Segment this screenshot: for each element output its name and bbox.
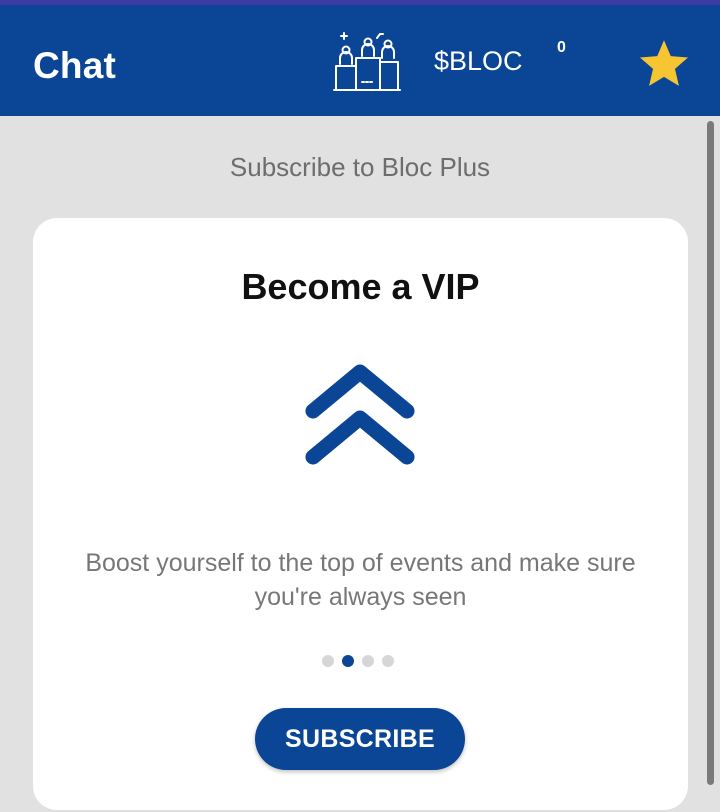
scrollbar[interactable]	[707, 121, 714, 785]
carousel-dot-active[interactable]	[342, 655, 354, 667]
currency-label: $BLOC	[434, 46, 523, 76]
vip-card: Become a VIP Boost yourself to the top o…	[33, 218, 688, 810]
card-title: Become a VIP	[241, 266, 480, 307]
carousel-dot[interactable]	[362, 655, 374, 667]
carousel-dot[interactable]	[382, 655, 394, 667]
page-title: Chat	[33, 45, 117, 86]
balance-count: 0	[557, 39, 566, 56]
top-app-bar: Chat $BLOC 0	[0, 0, 720, 116]
subscribe-heading: Subscribe to Bloc Plus	[229, 152, 491, 182]
subscribe-button[interactable]: SUBSCRIBE	[255, 708, 465, 770]
carousel-indicator	[322, 654, 394, 668]
podium-icon[interactable]	[332, 30, 402, 96]
carousel-dot[interactable]	[322, 655, 334, 667]
double-chevron-up-icon	[305, 364, 415, 465]
card-description: Boost yourself to the top of events and …	[85, 549, 636, 611]
star-icon[interactable]	[636, 36, 692, 92]
